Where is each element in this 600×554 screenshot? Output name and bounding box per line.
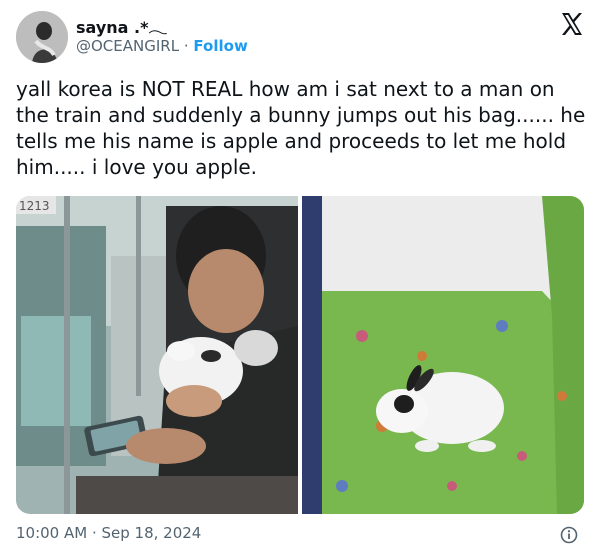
follow-button[interactable]: Follow <box>193 37 247 55</box>
timestamp[interactable]: 10:00 AM · Sep 18, 2024 <box>16 524 201 542</box>
separator-dot: · <box>183 37 189 55</box>
display-name[interactable]: sayna .*𓂃 <box>76 13 167 39</box>
avatar[interactable] <box>16 11 68 63</box>
media-photo-bunny-on-seat[interactable] <box>302 196 584 514</box>
author-handle[interactable]: @OCEANGIRL <box>76 37 179 55</box>
tweet-card: sayna .*𓂃 @OCEANGIRL · Follow yall korea… <box>0 0 600 554</box>
info-icon[interactable] <box>560 526 578 544</box>
train-car-number: 1213 <box>19 199 50 213</box>
x-logo-icon[interactable] <box>558 10 586 38</box>
media-grid: 1213 <box>16 196 584 514</box>
handle-row: @OCEANGIRL · Follow <box>76 37 248 55</box>
avatar-image <box>16 11 68 63</box>
tweet-text: yall korea is NOT REAL how am i sat next… <box>16 77 586 179</box>
media-photo-man-with-bunny[interactable]: 1213 <box>16 196 298 514</box>
